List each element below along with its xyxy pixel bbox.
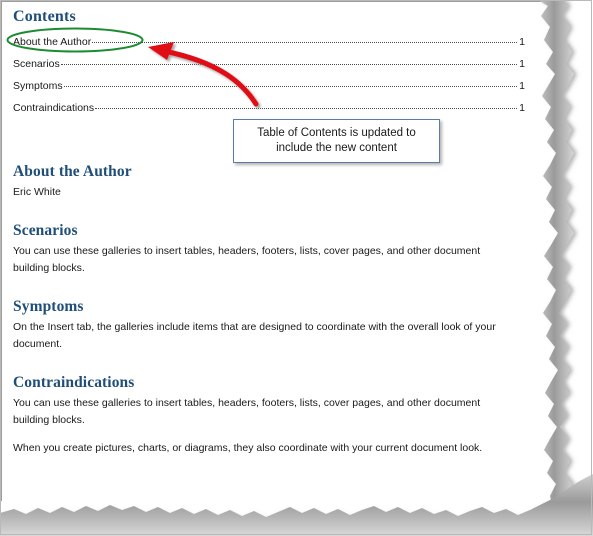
section-contraindications: Contraindications You can use these gall… [13, 373, 518, 457]
section-scenarios: Scenarios You can use these galleries to… [13, 221, 518, 277]
toc-entry-label: Contraindications [13, 102, 95, 114]
toc-leader-dots [60, 63, 518, 65]
toc-entry-scenarios[interactable]: Scenarios 1 [13, 53, 525, 75]
toc-entry-contraindications[interactable]: Contraindications 1 [13, 97, 525, 119]
section-paragraph: Eric White [13, 186, 61, 198]
section-paragraph: When you create pictures, charts, or dia… [13, 442, 483, 454]
contents-heading: Contents [13, 8, 76, 25]
callout-box: Table of Contents is updated to include … [233, 119, 440, 163]
toc-leader-dots [92, 41, 518, 43]
section-symptoms: Symptoms On the Insert tab, the gallerie… [13, 297, 518, 353]
table-of-contents: About the Author 1 Scenarios 1 Symptoms … [13, 31, 525, 119]
section-paragraph: You can use these galleries to insert ta… [13, 397, 481, 426]
toc-leader-dots [63, 85, 518, 87]
section-about-the-author: About the Author Eric White [13, 162, 518, 201]
toc-entry-symptoms[interactable]: Symptoms 1 [13, 75, 525, 97]
toc-entry-about-the-author[interactable]: About the Author 1 [13, 31, 525, 53]
document-sections: About the Author Eric White Scenarios Yo… [13, 162, 518, 457]
section-paragraph: On the Insert tab, the galleries include… [13, 321, 496, 350]
section-paragraph: You can use these galleries to insert ta… [13, 245, 481, 274]
section-heading: About the Author [13, 163, 132, 180]
toc-entry-label: Symptoms [13, 80, 63, 92]
callout-text-line1: Table of Contents is updated to [257, 127, 416, 139]
torn-paper-bottom-edge [0, 474, 593, 536]
document-screenshot: Contents About the Author 1 Scenarios 1 … [0, 0, 593, 536]
section-heading: Symptoms [13, 298, 84, 315]
section-heading: Contraindications [13, 374, 135, 391]
callout-text-line2: include the new content [276, 142, 397, 154]
torn-paper-right-edge [538, 0, 574, 512]
callout-text: Table of Contents is updated to include … [257, 126, 416, 156]
toc-entry-label: Scenarios [13, 58, 60, 70]
toc-entry-label: About the Author [13, 36, 92, 48]
section-heading: Scenarios [13, 222, 78, 239]
toc-leader-dots [95, 107, 518, 109]
document-content: Contents About the Author 1 Scenarios 1 … [13, 8, 525, 119]
